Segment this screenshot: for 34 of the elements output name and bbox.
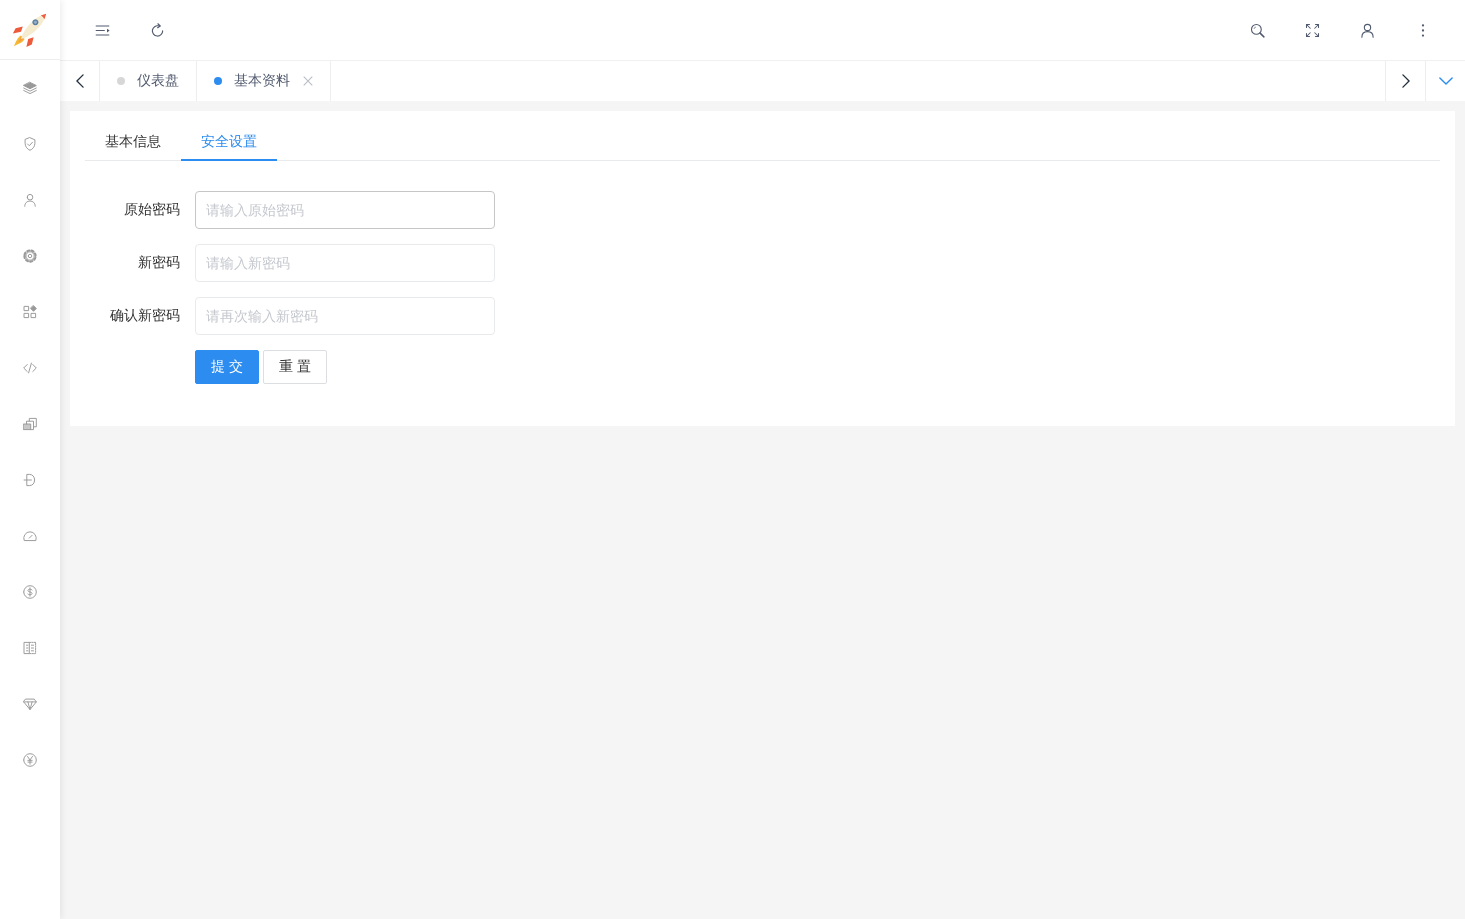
gear-icon[interactable] bbox=[23, 249, 37, 263]
chevron-down-icon bbox=[1438, 77, 1453, 85]
layers-icon[interactable] bbox=[23, 81, 37, 95]
page-tab[interactable]: 基本资料 bbox=[197, 61, 331, 101]
yen-circle-icon[interactable] bbox=[23, 753, 37, 767]
field-label: 新密码 bbox=[137, 254, 181, 272]
page-tab-label: 仪表盘 bbox=[137, 72, 179, 90]
field-label: 原始密码 bbox=[123, 201, 181, 219]
refresh-icon[interactable] bbox=[150, 22, 165, 38]
shield-check-icon[interactable] bbox=[23, 137, 37, 151]
menu-fold-icon[interactable] bbox=[95, 22, 110, 38]
chevron-left-icon bbox=[75, 74, 84, 88]
more-icon[interactable] bbox=[1420, 23, 1425, 37]
field-label: 确认新密码 bbox=[109, 307, 181, 325]
diamond-icon[interactable] bbox=[23, 697, 37, 711]
fullscreen-icon[interactable] bbox=[1305, 22, 1320, 38]
code-icon[interactable] bbox=[23, 361, 37, 375]
close-icon[interactable] bbox=[303, 76, 313, 86]
search-icon[interactable] bbox=[1250, 22, 1265, 38]
gauge-icon[interactable] bbox=[23, 529, 37, 543]
settings-tab[interactable]: 基本信息 bbox=[85, 123, 181, 161]
user-icon[interactable] bbox=[1360, 22, 1375, 38]
page-tab[interactable]: 仪表盘 bbox=[100, 61, 197, 101]
rocket-logo bbox=[12, 11, 48, 48]
reset-button[interactable]: 重置 bbox=[263, 350, 327, 384]
settings-tab[interactable]: 安全设置 bbox=[181, 123, 277, 161]
password-field[interactable]: 请输入原始密码 bbox=[195, 191, 495, 229]
currency-d-icon[interactable] bbox=[23, 473, 37, 487]
book-icon[interactable] bbox=[23, 641, 37, 655]
chevron-right-icon bbox=[1401, 74, 1410, 88]
apps-grid-icon[interactable] bbox=[23, 305, 37, 319]
stacked-windows-icon[interactable] bbox=[23, 417, 37, 431]
dollar-circle-icon[interactable] bbox=[23, 585, 37, 599]
page-tab-label: 基本资料 bbox=[234, 72, 290, 90]
